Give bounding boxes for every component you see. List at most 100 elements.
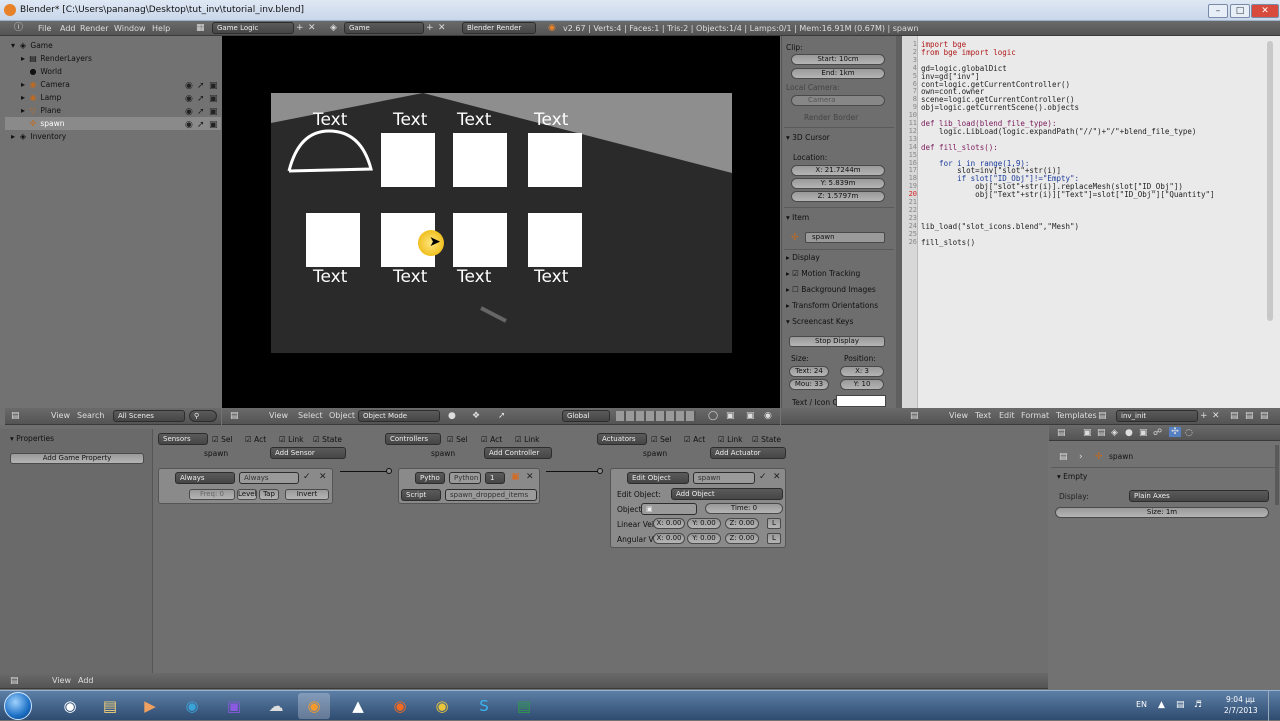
text-datablock-select[interactable]: inv_init: [1116, 410, 1198, 422]
code-line[interactable]: logic.LibLoad(logic.expandPath("//")+"/"…: [921, 127, 1196, 136]
unity-icon[interactable]: ▲: [342, 693, 374, 719]
close-button[interactable]: ✕: [1251, 4, 1279, 18]
outliner-item-world[interactable]: ● World: [5, 65, 221, 78]
editor-type-icon[interactable]: ▤: [11, 411, 20, 421]
script-name-field[interactable]: spawn_dropped_items: [445, 489, 537, 501]
actuators-link-check[interactable]: ☑ Link: [718, 435, 742, 444]
add-scene-icon[interactable]: +: [426, 23, 434, 33]
cursor-y-field[interactable]: Y: 5.839m: [791, 178, 885, 189]
state-icon[interactable]: ▣: [511, 472, 520, 482]
terminal-icon[interactable]: ▣: [218, 693, 250, 719]
code-line[interactable]: from bge import logic: [921, 48, 1016, 57]
pivot-icon[interactable]: ❖: [472, 411, 480, 421]
show-desktop-button[interactable]: [1268, 691, 1280, 721]
sensor-freq-field[interactable]: Freq: 0: [189, 489, 235, 500]
start-button[interactable]: [4, 692, 32, 720]
maximize-button[interactable]: □: [1230, 4, 1250, 18]
new-text-icon[interactable]: +: [1200, 411, 1208, 421]
manipulator-icon[interactable]: ➚: [498, 411, 506, 421]
controller-type-select[interactable]: Pytho: [415, 472, 445, 484]
select-arrow-icon[interactable]: ➚: [197, 94, 205, 104]
object-picker-field[interactable]: ▣: [641, 503, 697, 515]
menu-add[interactable]: Add: [60, 24, 76, 33]
controllers-link-check[interactable]: ☑ Link: [515, 435, 539, 444]
sensor-type-select[interactable]: Always: [175, 472, 235, 484]
mouse-size-field[interactable]: Mou: 33: [789, 379, 829, 390]
render-engine-select[interactable]: Blender Render: [462, 22, 536, 34]
media-player-icon[interactable]: ▶: [134, 693, 166, 719]
sensors-sel-check[interactable]: ☑ Sel: [212, 435, 233, 444]
word-wrap-toggle-icon[interactable]: ▤: [1245, 411, 1254, 421]
code-line[interactable]: fill_slots(): [921, 238, 975, 247]
logic-add-menu[interactable]: Add: [78, 676, 94, 685]
world-tab-icon[interactable]: ●: [1125, 428, 1133, 438]
code-line[interactable]: def fill_slots():: [921, 143, 998, 152]
motion-tracking-panel[interactable]: ▸ ☑ Motion Tracking: [786, 269, 860, 278]
actuator-name-field[interactable]: spawn: [693, 472, 755, 484]
viewport-editor-type-icon[interactable]: ▤: [230, 411, 239, 421]
pin-icon[interactable]: ▤: [1059, 452, 1068, 462]
text-edit-menu[interactable]: Edit: [999, 411, 1015, 420]
text-datablock-icon[interactable]: ▤: [1098, 411, 1107, 421]
render-camera-icon[interactable]: ▣: [209, 120, 218, 130]
pin-icon[interactable]: ✓: [759, 472, 767, 482]
add-controller-button[interactable]: Add Controller: [484, 447, 552, 459]
script-mode-select[interactable]: Script: [401, 489, 441, 501]
sensor-tap-button[interactable]: Tap: [259, 489, 279, 500]
clip-end-field[interactable]: End: 1km: [791, 68, 885, 79]
game-viewport[interactable]: Text Text Text Text Text Text Text Text …: [222, 36, 780, 408]
info-icon[interactable]: ⓘ: [14, 23, 23, 33]
outliner-item-inventory[interactable]: ▸ ◈ Inventory: [5, 130, 221, 143]
unlink-text-icon[interactable]: ✕: [1212, 411, 1220, 421]
menu-render[interactable]: Render: [80, 24, 108, 33]
pin-icon[interactable]: ✓: [303, 472, 311, 482]
remove-actuator-icon[interactable]: ✕: [773, 472, 781, 482]
menu-help[interactable]: Help: [152, 24, 170, 33]
tray-arrow-icon[interactable]: ▲: [1158, 700, 1165, 710]
visibility-eye-icon[interactable]: ◉: [185, 120, 193, 130]
angular-vel-y-field[interactable]: Y: 0.00: [687, 533, 721, 544]
properties-editor-type-icon[interactable]: ▤: [1057, 428, 1066, 438]
text-format-menu[interactable]: Format: [1021, 411, 1049, 420]
internet-explorer-icon[interactable]: ◉: [54, 693, 86, 719]
volume-icon[interactable]: ♬: [1194, 700, 1202, 710]
viewport-select-menu[interactable]: Select: [298, 411, 323, 420]
camera-view-icon[interactable]: ◉: [764, 411, 772, 421]
render-camera-icon[interactable]: ▣: [209, 94, 218, 104]
local-camera-field[interactable]: Camera: [791, 95, 885, 106]
actuators-state-check[interactable]: ☑ State: [752, 435, 781, 444]
chrome-icon[interactable]: ◉: [426, 693, 458, 719]
display-panel-title[interactable]: ▸ Display: [786, 253, 820, 262]
object-tab-icon[interactable]: ▣: [1139, 428, 1148, 438]
render-tab-icon[interactable]: ▣: [1083, 428, 1092, 438]
proportional-edit-icon[interactable]: ◯: [708, 411, 718, 421]
linear-vel-x-field[interactable]: X: 0.00: [653, 518, 685, 529]
orientation-select[interactable]: Global: [562, 410, 610, 422]
skype-icon[interactable]: S: [468, 693, 500, 719]
actuator-input-socket[interactable]: [597, 468, 603, 474]
item-name-field[interactable]: spawn: [805, 232, 885, 243]
layout-icon[interactable]: ▦: [196, 23, 205, 33]
syntax-highlight-toggle-icon[interactable]: ▤: [1260, 411, 1269, 421]
text-editor-type-icon[interactable]: ▤: [910, 411, 919, 421]
actuators-menu[interactable]: Actuators: [597, 433, 647, 445]
angular-vel-local-toggle[interactable]: L: [767, 533, 781, 544]
item-panel-title[interactable]: ▾ Item: [786, 213, 809, 222]
physics-tab-icon[interactable]: ◌: [1185, 428, 1193, 438]
sensors-act-check[interactable]: ☑ Act: [245, 435, 266, 444]
add-game-property-button[interactable]: Add Game Property: [10, 453, 144, 464]
position-y-field[interactable]: Y: 10: [840, 379, 884, 390]
outliner-item-renderlayers[interactable]: ▸ ▤ RenderLayers: [5, 52, 221, 65]
remove-sensor-icon[interactable]: ✕: [319, 472, 327, 482]
add-layout-icon[interactable]: +: [296, 23, 304, 33]
render-camera-icon[interactable]: ▣: [209, 81, 218, 91]
visibility-eye-icon[interactable]: ◉: [185, 107, 193, 117]
wordpress-icon[interactable]: ◉: [176, 693, 208, 719]
code-line[interactable]: lib_load("slot_icons.blend","Mesh"): [921, 222, 1079, 231]
properties-scrollbar[interactable]: [1275, 445, 1279, 505]
clip-start-field[interactable]: Start: 10cm: [791, 54, 885, 65]
logic-editor-type-icon[interactable]: ▤: [10, 676, 19, 686]
viewport-object-menu[interactable]: Object: [329, 411, 355, 420]
sensor-name-field[interactable]: Always: [239, 472, 299, 484]
text-view-menu[interactable]: View: [949, 411, 968, 420]
